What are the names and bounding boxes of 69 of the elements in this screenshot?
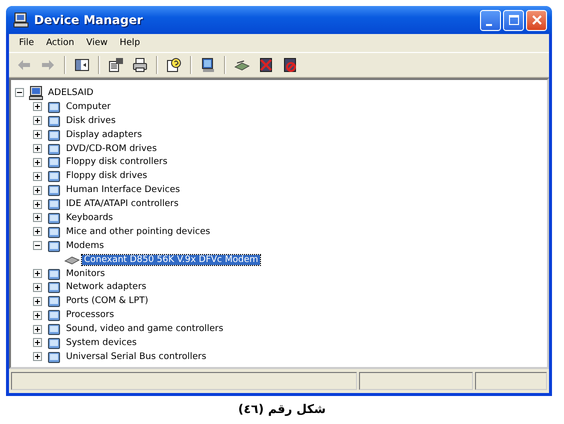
tree-item[interactable]: DVD/CD-ROM drives bbox=[64, 144, 159, 154]
expand-toggle[interactable] bbox=[33, 172, 42, 181]
expand-toggle[interactable] bbox=[33, 116, 42, 126]
expand-toggle[interactable] bbox=[33, 269, 42, 278]
device-icon bbox=[46, 168, 62, 184]
device-icon bbox=[46, 279, 62, 296]
properties-icon bbox=[108, 57, 124, 73]
tree-item[interactable]: Universal Serial Bus controllers bbox=[64, 352, 208, 362]
expand-toggle[interactable] bbox=[33, 227, 42, 236]
help-icon bbox=[166, 57, 182, 73]
tree-item[interactable]: Ports (COM & LPT) bbox=[64, 296, 150, 306]
tree-item[interactable]: Conexant D850 56K V.9x DFVc Modem bbox=[82, 254, 260, 265]
printer-icon bbox=[132, 57, 148, 73]
tree-item[interactable]: Keyboards bbox=[64, 212, 115, 223]
collapse-toggle[interactable] bbox=[33, 241, 42, 250]
tree-item[interactable]: Mice and other pointing devices bbox=[64, 226, 212, 237]
collapse-toggle[interactable] bbox=[15, 88, 24, 98]
figure-caption: شكل رقم (٤٦) bbox=[237, 402, 327, 416]
tree-item[interactable]: Computer bbox=[64, 102, 113, 112]
expand-toggle[interactable] bbox=[33, 130, 42, 140]
tree-item[interactable]: Monitors bbox=[64, 268, 107, 279]
expand-toggle[interactable] bbox=[33, 213, 42, 222]
expand-toggle[interactable] bbox=[33, 144, 42, 153]
tree-item[interactable]: Network adapters bbox=[64, 282, 148, 292]
device-icon bbox=[46, 182, 62, 198]
minimize-button[interactable] bbox=[480, 10, 501, 30]
expand-toggle[interactable] bbox=[33, 324, 42, 334]
tree-item[interactable]: Floppy disk controllers bbox=[64, 157, 170, 168]
remove-device-icon bbox=[258, 57, 274, 73]
device-icon bbox=[46, 196, 62, 212]
tree-item[interactable]: Floppy disk drives bbox=[64, 171, 150, 182]
menu-item[interactable]: View bbox=[80, 38, 114, 48]
disable-device-icon bbox=[282, 57, 298, 73]
menu-item[interactable]: Action bbox=[40, 38, 80, 48]
expand-toggle[interactable] bbox=[33, 200, 42, 209]
minimize-icon bbox=[486, 24, 492, 26]
tree-item[interactable]: IDE ATA/ATAPI controllers bbox=[64, 199, 181, 210]
expand-toggle[interactable] bbox=[33, 158, 42, 167]
expand-toggle[interactable] bbox=[33, 310, 42, 320]
window-title: Device Manager bbox=[34, 13, 144, 27]
menu-item[interactable]: Help bbox=[114, 38, 146, 48]
expand-toggle[interactable] bbox=[33, 186, 42, 195]
maximize-icon bbox=[508, 15, 518, 25]
device-icon bbox=[46, 293, 62, 310]
tree-item[interactable]: System devices bbox=[64, 338, 139, 348]
computer-icon bbox=[28, 84, 44, 101]
forward-arrow-icon bbox=[40, 57, 56, 73]
device-icon bbox=[46, 321, 62, 338]
tree-item[interactable]: Human Interface Devices bbox=[64, 185, 182, 196]
expand-toggle[interactable] bbox=[33, 282, 42, 292]
device-icon bbox=[46, 154, 62, 170]
expand-toggle[interactable] bbox=[33, 338, 42, 348]
monitor-icon bbox=[200, 57, 216, 73]
computer-icon bbox=[13, 12, 29, 28]
menu-item[interactable]: File bbox=[13, 38, 40, 48]
tree-item[interactable]: Sound, video and game controllers bbox=[64, 324, 226, 334]
tree-item[interactable]: Modems bbox=[64, 240, 106, 251]
expand-toggle[interactable] bbox=[33, 102, 42, 112]
close-button[interactable] bbox=[526, 10, 547, 30]
maximize-button[interactable] bbox=[503, 10, 524, 30]
tree-item[interactable]: Processors bbox=[64, 310, 116, 320]
close-icon bbox=[532, 15, 542, 25]
device-icon bbox=[46, 307, 62, 324]
expand-toggle[interactable] bbox=[33, 296, 42, 306]
expand-toggle[interactable] bbox=[33, 352, 42, 362]
tree-item[interactable]: Display adapters bbox=[64, 130, 144, 140]
tree-item[interactable]: ADELSAID bbox=[46, 88, 96, 98]
tree-item[interactable]: Disk drives bbox=[64, 116, 118, 126]
pane-icon bbox=[74, 57, 90, 73]
